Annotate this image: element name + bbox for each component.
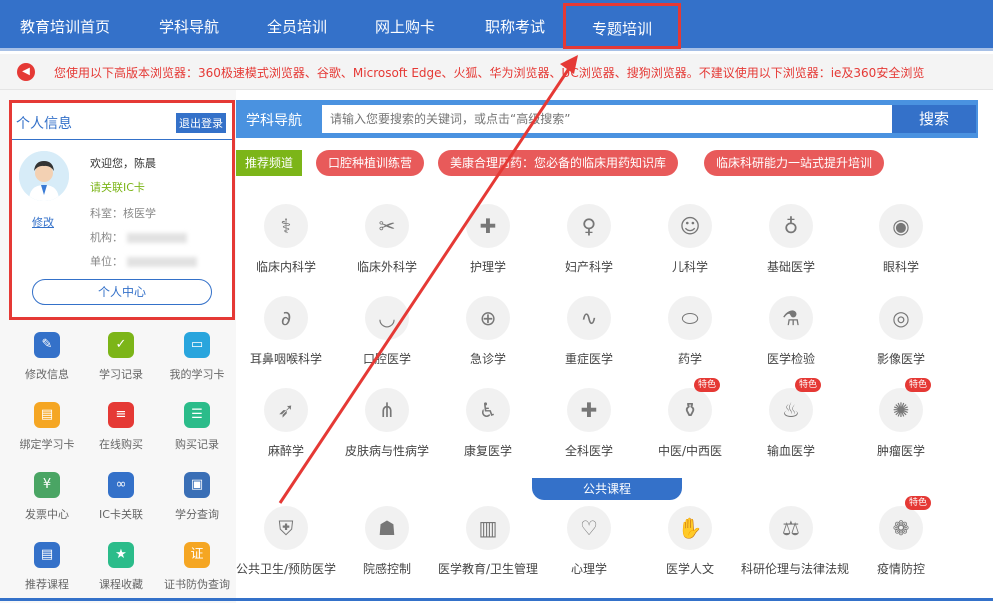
red-arrow-annotation bbox=[278, 55, 578, 504]
bottom-border bbox=[0, 598, 993, 601]
